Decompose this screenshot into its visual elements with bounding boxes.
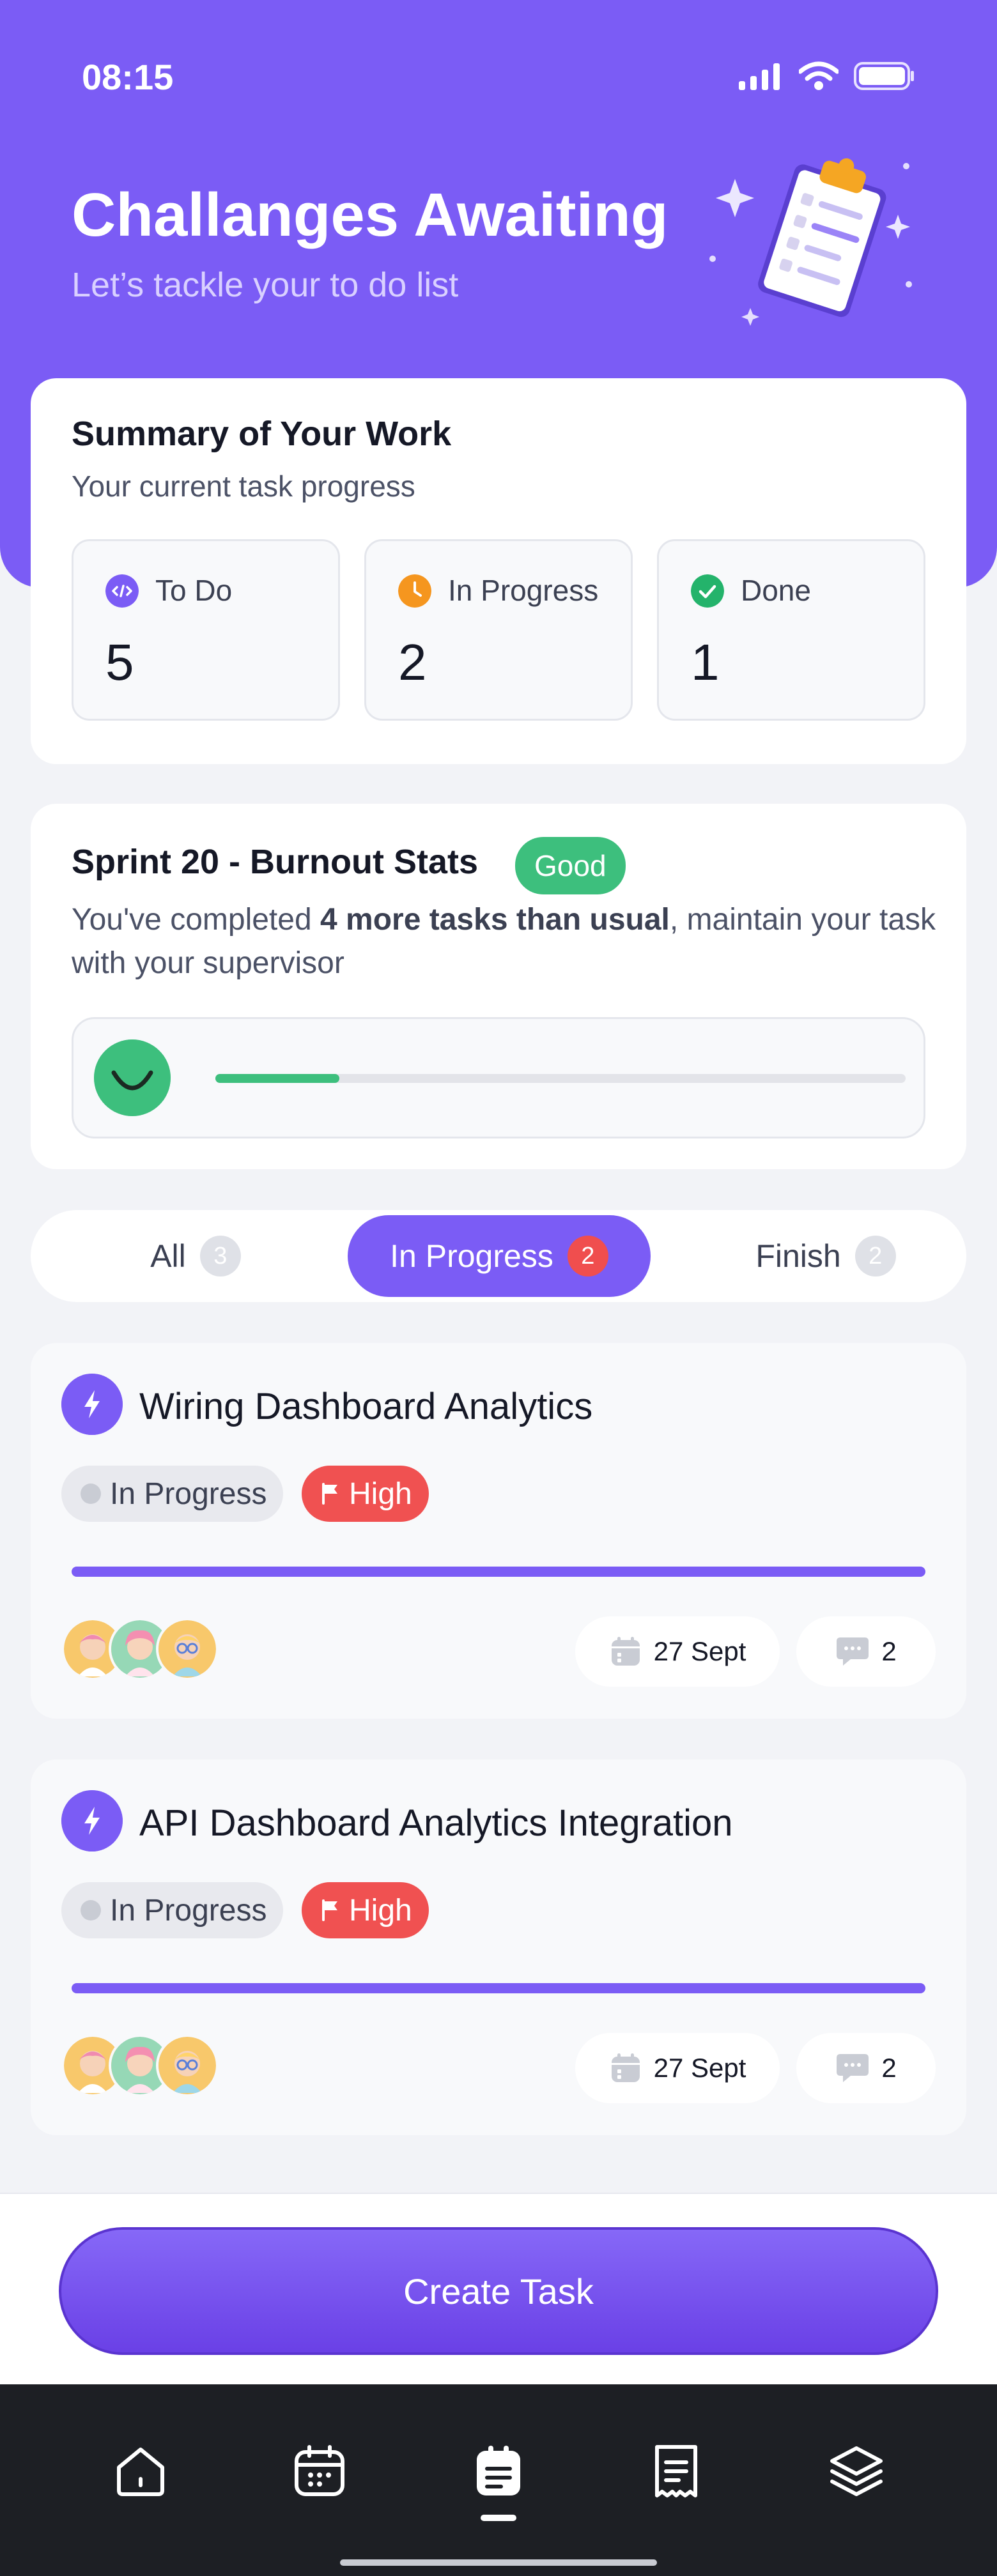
task-comment-count: 2	[881, 1636, 897, 1666]
task-due-date[interactable]: 27 Sept	[575, 1616, 780, 1687]
mood-meter	[72, 1017, 925, 1138]
avatar	[156, 2034, 219, 2097]
task-priority-label: High	[349, 1893, 412, 1928]
hero-title: Challanges Awaiting	[72, 181, 669, 249]
burnout-card: Sprint 20 - Burnout Stats Good You've co…	[31, 804, 966, 1169]
task-due-date[interactable]: 27 Sept	[575, 2033, 780, 2103]
task-title: API Dashboard Analytics Integration	[139, 1802, 733, 1844]
summary-card: Summary of Your Work Your current task p…	[31, 378, 966, 764]
tab-finish-label: Finish	[755, 1238, 841, 1274]
task-card[interactable]: Wiring Dashboard Analytics In Progress H…	[31, 1343, 966, 1719]
filter-tabs: All 3 In Progress 2 Finish 2	[31, 1210, 966, 1302]
task-title: Wiring Dashboard Analytics	[139, 1386, 593, 1427]
calendar-icon	[611, 1637, 640, 1666]
stat-in-progress-label: In Progress	[448, 574, 599, 607]
stat-done-label: Done	[741, 574, 811, 607]
nav-layers[interactable]	[818, 2433, 895, 2510]
home-icon	[117, 2448, 164, 2496]
status-icons	[739, 61, 915, 91]
tab-finish[interactable]: Finish 2	[717, 1215, 934, 1297]
battery-icon	[854, 62, 914, 90]
hero-subtitle: Let’s tackle your to do list	[72, 266, 459, 304]
calendar-icon	[611, 2053, 640, 2082]
stat-in-progress[interactable]: In Progress 2	[364, 539, 633, 721]
stat-done[interactable]: Done 1	[657, 539, 925, 721]
tab-in-progress-count: 2	[567, 1236, 608, 1276]
lightning-icon	[61, 1790, 123, 1851]
flag-icon	[322, 1483, 337, 1505]
avatar	[156, 1618, 219, 1680]
check-icon	[691, 574, 724, 608]
nav-home[interactable]	[102, 2433, 179, 2510]
nav-receipt[interactable]	[638, 2433, 715, 2510]
status-dot-icon	[81, 1900, 101, 1920]
burnout-title: Sprint 20 - Burnout Stats	[72, 843, 479, 881]
summary-title: Summary of Your Work	[72, 415, 452, 453]
stat-todo[interactable]: To Do 5	[72, 539, 340, 721]
stat-in-progress-value: 2	[398, 634, 427, 691]
task-date-label: 27 Sept	[653, 1636, 746, 1666]
task-date-label: 27 Sept	[653, 2053, 746, 2083]
tab-all-count: 3	[199, 1236, 241, 1276]
task-comments[interactable]: 2	[796, 2033, 936, 2103]
receipt-icon	[655, 2445, 697, 2497]
nav-tasks[interactable]	[460, 2433, 537, 2510]
home-indicator[interactable]	[340, 2559, 657, 2566]
tab-all[interactable]: All 3	[107, 1215, 284, 1297]
tab-in-progress[interactable]: In Progress 2	[348, 1215, 651, 1297]
code-icon	[105, 574, 139, 608]
task-status-label: In Progress	[110, 1893, 267, 1928]
summary-subtitle: Your current task progress	[72, 470, 415, 503]
task-progress-bar	[72, 1983, 925, 1993]
task-comments[interactable]: 2	[796, 1616, 936, 1687]
task-progress-bar	[72, 1567, 925, 1577]
layers-icon	[830, 2446, 883, 2496]
signal-icon	[739, 63, 780, 90]
clipboard-icon	[477, 2446, 520, 2496]
tab-in-progress-label: In Progress	[390, 1238, 553, 1274]
clock-icon	[398, 574, 431, 608]
status-time: 08:15	[82, 57, 174, 97]
status-dot-icon	[81, 1483, 101, 1504]
task-priority-label: High	[349, 1476, 412, 1511]
burnout-desc-highlight: 4 more tasks than usual	[320, 903, 670, 937]
bottom-nav	[0, 2384, 997, 2576]
wifi-icon	[799, 61, 839, 90]
tab-all-label: All	[150, 1238, 186, 1274]
stat-todo-label: To Do	[155, 574, 233, 607]
stat-todo-value: 5	[105, 634, 134, 691]
task-comment-count: 2	[881, 2053, 897, 2083]
flag-icon	[322, 1899, 337, 1921]
comment-icon	[837, 1637, 869, 1666]
bottom-action-bar: Create Task	[0, 2193, 997, 2386]
task-priority-pill[interactable]: High	[302, 1466, 429, 1522]
calendar-icon	[295, 2445, 344, 2496]
task-status-pill[interactable]: In Progress	[61, 1466, 284, 1522]
burnout-desc-prefix: You've completed	[72, 903, 320, 937]
clipboard-illustration	[709, 158, 912, 326]
create-task-button[interactable]: Create Task	[59, 2227, 938, 2355]
nav-active-indicator	[481, 2515, 516, 2521]
task-card[interactable]: API Dashboard Analytics Integration In P…	[31, 1759, 966, 2135]
task-status-label: In Progress	[110, 1476, 267, 1511]
smile-icon	[94, 1039, 171, 1116]
lightning-icon	[61, 1374, 123, 1435]
assignee-avatars[interactable]	[61, 1618, 219, 1680]
burnout-description: You've completed 4 more tasks than usual…	[72, 898, 941, 985]
task-status-pill[interactable]: In Progress	[61, 1882, 284, 1938]
tab-finish-count: 2	[854, 1236, 896, 1276]
status-badge: Good	[515, 837, 626, 894]
nav-calendar[interactable]	[281, 2433, 358, 2510]
burnout-progress-track	[215, 1074, 906, 1083]
task-priority-pill[interactable]: High	[302, 1882, 429, 1938]
comment-icon	[837, 2054, 869, 2082]
burnout-progress-fill	[215, 1074, 340, 1083]
assignee-avatars[interactable]	[61, 2034, 219, 2097]
stat-done-value: 1	[691, 634, 720, 691]
